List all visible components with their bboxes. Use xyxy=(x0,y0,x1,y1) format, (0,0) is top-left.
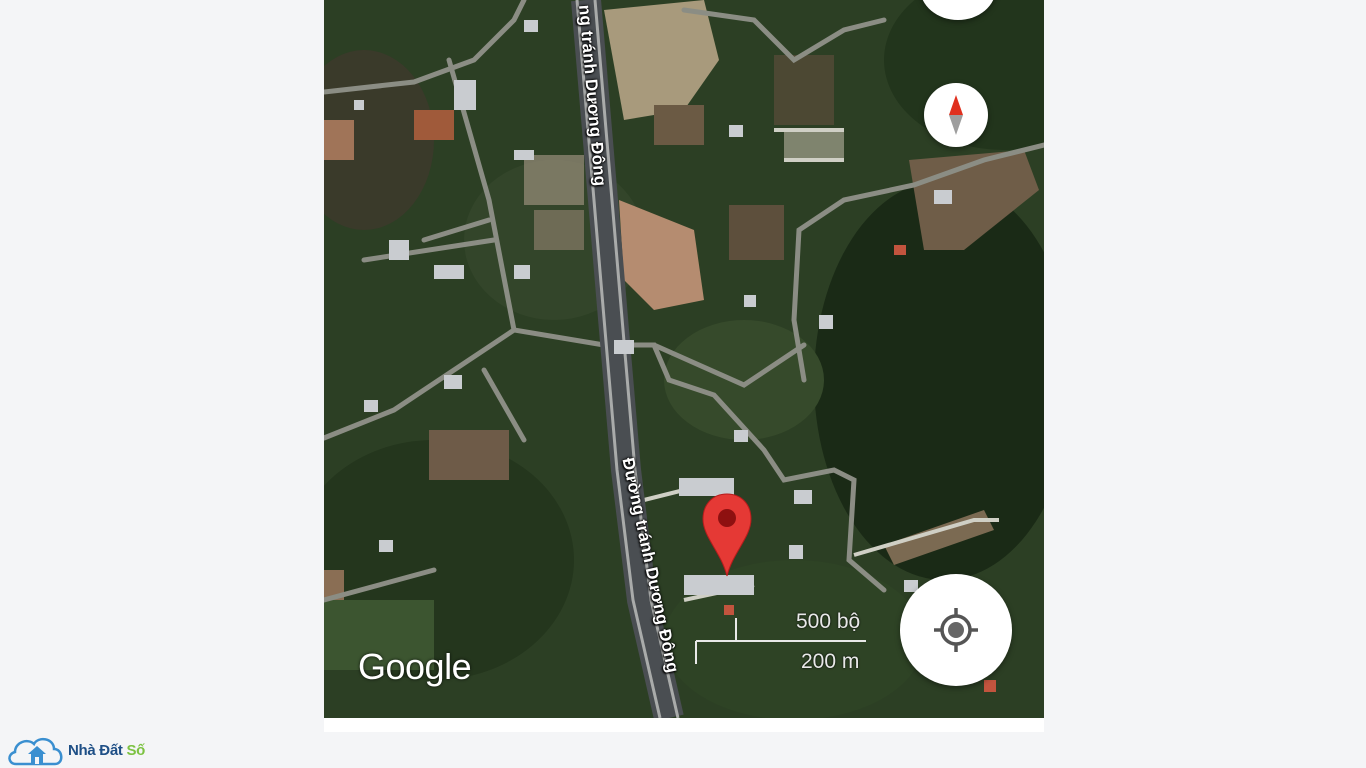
brand-watermark: Nhà Đất Số xyxy=(6,732,145,768)
map-frame: ng tránh Dương Đông Đường tránh Dương Đô… xyxy=(324,0,1044,732)
scale-bar: 500 bộ 200 m xyxy=(694,608,874,678)
my-location-button[interactable] xyxy=(900,574,1012,686)
brand-name-part2: Số xyxy=(126,741,146,759)
compass-button[interactable] xyxy=(924,83,988,147)
cloud-house-icon xyxy=(8,737,63,766)
screen: ng tránh Dương Đông Đường tránh Dương Đô… xyxy=(0,0,1366,768)
brand-name-part1: Nhà Đất xyxy=(68,741,127,759)
scale-metric-label: 200 m xyxy=(801,650,860,673)
satellite-map[interactable]: ng tránh Dương Đông Đường tránh Dương Đô… xyxy=(324,0,1044,718)
location-pin-icon[interactable] xyxy=(701,492,753,578)
brand-name: Nhà Đất Số xyxy=(68,742,145,759)
compass-icon xyxy=(949,95,963,135)
google-logo: Google xyxy=(358,646,472,687)
scale-imperial-label: 500 bộ xyxy=(796,610,861,633)
my-location-icon xyxy=(934,608,978,652)
